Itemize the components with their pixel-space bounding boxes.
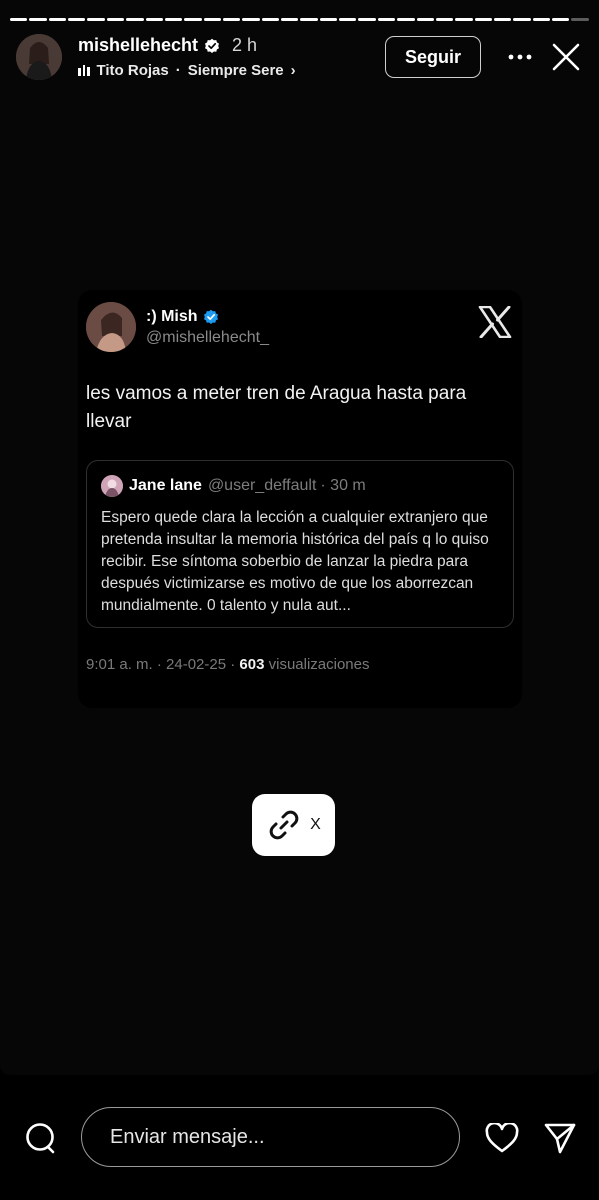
tweet-avatar — [86, 302, 136, 352]
progress-segment — [106, 18, 125, 21]
music-separator: · — [175, 62, 181, 79]
link-sticker[interactable]: X — [252, 794, 335, 856]
search-icon — [26, 1123, 55, 1154]
quote-avatar — [101, 475, 123, 497]
progress-segment — [68, 18, 86, 21]
progress-segment — [455, 18, 473, 21]
search-button[interactable] — [22, 1120, 58, 1156]
quoted-tweet: Jane lane @user_deffault · 30 m Espero q… — [86, 460, 514, 628]
tweet-timestamp: 9:01 a. m. · 24-02-25 · — [86, 656, 240, 673]
progress-segment — [10, 18, 28, 21]
tweet-handle: @mishellehecht_ — [146, 328, 269, 346]
more-horizontal-icon — [508, 54, 532, 60]
story-progress-bar — [10, 18, 589, 21]
progress-segment — [474, 18, 492, 21]
progress-segment — [552, 18, 570, 21]
quote-name: Jane lane — [129, 477, 202, 494]
progress-segment — [48, 18, 67, 21]
follow-button[interactable]: Seguir — [385, 36, 481, 78]
progress-segment — [222, 18, 241, 21]
quote-text: Espero quede clara la lección a cualquie… — [101, 509, 489, 614]
progress-segment — [571, 18, 589, 21]
progress-segment — [184, 18, 202, 21]
link-icon — [269, 810, 299, 840]
progress-segment — [29, 18, 47, 21]
progress-segment — [532, 18, 551, 21]
progress-segment — [242, 18, 260, 21]
progress-segment — [493, 18, 512, 21]
tweet-footer: 9:01 a. m. · 24-02-25 · 603 visualizacio… — [86, 656, 370, 673]
x-logo-icon — [478, 306, 512, 338]
verified-badge-icon — [205, 38, 220, 53]
progress-segment — [261, 18, 280, 21]
tweet-views-label: visualizaciones — [264, 656, 370, 673]
progress-segment — [339, 18, 357, 21]
more-button[interactable] — [503, 40, 537, 74]
verified-badge-icon — [203, 309, 218, 324]
tweet-card: :) Mish @mishellehecht_ les vamos a mete… — [78, 290, 522, 708]
music-song: Siempre Sere — [187, 62, 284, 79]
progress-segment — [513, 18, 531, 21]
music-artist: Tito Rojas — [96, 62, 169, 79]
progress-segment — [281, 18, 299, 21]
progress-segment — [300, 18, 318, 21]
tweet-display-name: :) Mish — [146, 307, 198, 325]
progress-segment — [126, 18, 144, 21]
progress-segment — [203, 18, 221, 21]
progress-segment — [397, 18, 415, 21]
tweet-text: les vamos a meter tren de Aragua hasta p… — [86, 383, 467, 432]
heart-icon — [485, 1123, 519, 1153]
message-input[interactable] — [81, 1107, 460, 1167]
music-attribution[interactable]: Tito Rojas · Siempre Sere › — [78, 62, 385, 79]
tweet-views-count: 603 — [239, 656, 265, 673]
progress-segment — [319, 18, 338, 21]
progress-segment — [358, 18, 376, 21]
close-button[interactable] — [549, 40, 583, 74]
progress-segment — [145, 18, 163, 21]
progress-segment — [416, 18, 434, 21]
username[interactable]: mishellehecht — [78, 35, 198, 56]
progress-segment — [435, 18, 454, 21]
like-button[interactable] — [484, 1120, 520, 1156]
progress-segment — [377, 18, 396, 21]
music-bars-icon — [78, 65, 90, 76]
chevron-right-icon: › — [290, 62, 296, 79]
avatar[interactable] — [16, 34, 62, 80]
progress-segment — [87, 18, 105, 21]
send-button[interactable] — [542, 1120, 578, 1156]
progress-segment — [164, 18, 183, 21]
post-time: 2 h — [232, 35, 258, 55]
quote-time: · 30 m — [320, 477, 366, 494]
story-header: mishellehecht 2 h Tito Rojas · Siempre S… — [16, 33, 583, 81]
link-sticker-label: X — [310, 816, 321, 833]
bottom-bar — [0, 1075, 599, 1200]
close-icon — [552, 43, 580, 71]
quote-handle: @user_deffault — [207, 477, 317, 494]
send-icon — [544, 1123, 576, 1154]
story-view[interactable]: mishellehecht 2 h Tito Rojas · Siempre S… — [0, 0, 599, 1075]
